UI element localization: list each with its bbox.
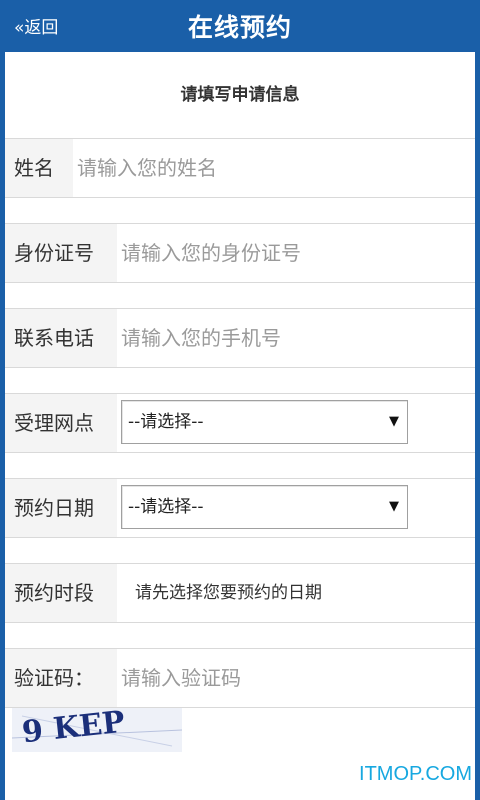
- time-slot-label: 预约时段: [14, 581, 94, 605]
- name-input[interactable]: [77, 139, 457, 197]
- date-label: 预约日期: [14, 496, 94, 520]
- captcha-row: 验证码：: [5, 648, 475, 708]
- name-label: 姓名: [14, 156, 54, 180]
- id-number-label: 身份证号: [14, 241, 94, 265]
- branch-label: 受理网点: [14, 411, 94, 435]
- captcha-image[interactable]: 9 KEP: [12, 708, 182, 752]
- form-subtitle: 请填写申请信息: [180, 85, 300, 105]
- date-row: 预约日期 --请选择-- ▼: [5, 478, 475, 538]
- id-number-input[interactable]: [121, 224, 461, 282]
- branch-select[interactable]: --请选择-- ▼: [121, 400, 408, 444]
- page-title: 在线预约: [187, 13, 292, 42]
- site-watermark: ITMOP.COM: [359, 763, 472, 785]
- dropdown-arrow-icon: ▼: [389, 499, 399, 514]
- branch-select-value: --请选择--: [128, 412, 204, 432]
- dropdown-arrow-icon: ▼: [389, 414, 399, 429]
- time-slot-hint: 请先选择您要预约的日期: [135, 583, 322, 603]
- branch-row: 受理网点 --请选择-- ▼: [5, 393, 475, 453]
- date-select-value: --请选择--: [128, 497, 204, 517]
- phone-input[interactable]: [121, 309, 461, 367]
- name-row: 姓名: [5, 138, 475, 198]
- captcha-input[interactable]: [121, 649, 461, 707]
- id-number-row: 身份证号: [5, 223, 475, 283]
- phone-label: 联系电话: [14, 326, 94, 350]
- date-select[interactable]: --请选择-- ▼: [121, 485, 408, 529]
- app-header: «返回 在线预约: [0, 0, 480, 52]
- captcha-label: 验证码：: [14, 666, 94, 690]
- time-slot-row: 预约时段 请先选择您要预约的日期: [5, 563, 475, 623]
- phone-row: 联系电话: [5, 308, 475, 368]
